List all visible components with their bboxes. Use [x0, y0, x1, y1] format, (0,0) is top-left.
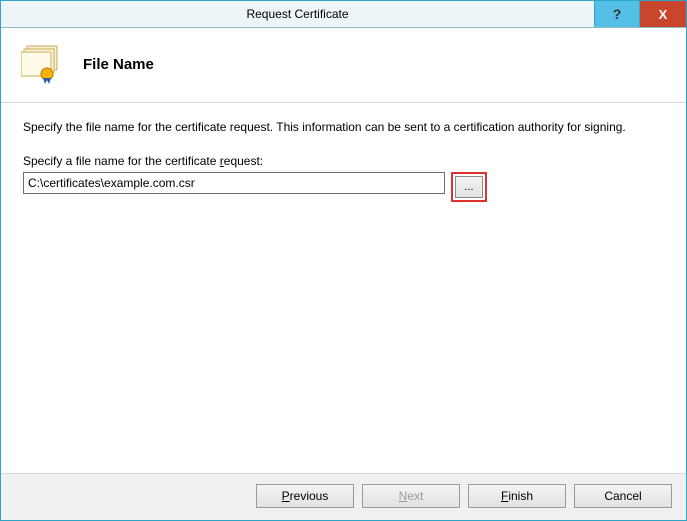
- header: File Name: [1, 28, 686, 103]
- dialog-window: Request Certificate ? X File Name Specif…: [0, 0, 687, 521]
- file-field-row: ...: [23, 172, 664, 202]
- titlebar-buttons: ? X: [594, 1, 686, 27]
- help-button[interactable]: ?: [594, 1, 640, 27]
- certificate-icon: [21, 44, 65, 84]
- browse-highlight: ...: [451, 172, 487, 202]
- cancel-button[interactable]: Cancel: [574, 484, 672, 508]
- content-area: Specify the file name for the certificat…: [1, 103, 686, 473]
- field-label: Specify a file name for the certificate …: [23, 154, 664, 168]
- close-button[interactable]: X: [640, 1, 686, 27]
- previous-button[interactable]: Previous: [256, 484, 354, 508]
- titlebar: Request Certificate ? X: [1, 1, 686, 28]
- browse-button[interactable]: ...: [455, 176, 483, 198]
- finish-button[interactable]: Finish: [468, 484, 566, 508]
- file-path-input[interactable]: [23, 172, 445, 194]
- next-button: Next: [362, 484, 460, 508]
- description-text: Specify the file name for the certificat…: [23, 119, 664, 136]
- window-title: Request Certificate: [1, 1, 594, 27]
- footer-buttons: Previous Next Finish Cancel: [1, 473, 686, 520]
- page-title: File Name: [83, 56, 154, 73]
